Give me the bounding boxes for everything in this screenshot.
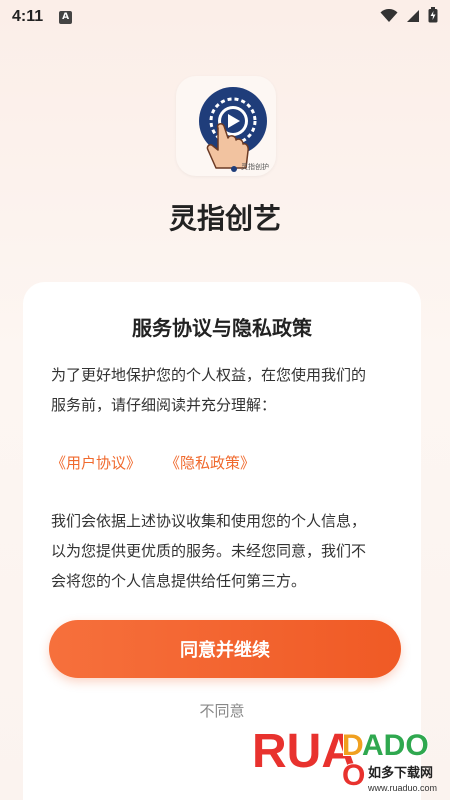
- app-name: 灵指创艺: [168, 202, 281, 235]
- body-line-3: 会将您的个人信息提供给任何第三方。: [51, 572, 307, 590]
- signal-icon: [406, 8, 420, 27]
- app-icon-caption: 灵指创护: [241, 163, 269, 171]
- dialog-body: 我们会依据上述协议收集和使用您的个人信息， 以为您提供更优质的服务。未经您同意，…: [51, 506, 396, 596]
- user-agreement-link[interactable]: 《用户协议》: [51, 452, 141, 473]
- svg-text:D: D: [342, 729, 364, 762]
- notification-a-icon: A: [59, 10, 73, 24]
- svg-text:RUA: RUA: [252, 725, 356, 778]
- watermark-logo: RUA D ADO O 如多下载网 www.ruaduo.com: [250, 715, 445, 797]
- agree-button[interactable]: 同意并继续: [49, 620, 401, 678]
- svg-text:www.ruaduo.com: www.ruaduo.com: [367, 783, 437, 793]
- battery-icon: [428, 7, 438, 27]
- wifi-icon: [380, 8, 398, 27]
- body-line-2: 以为您提供更优质的服务。未经您同意，我们不: [51, 542, 367, 560]
- privacy-policy-link[interactable]: 《隐私政策》: [165, 452, 255, 473]
- svg-text:ADO: ADO: [362, 729, 429, 762]
- status-bar: 4:11 A: [0, 0, 450, 34]
- dialog-title: 服务协议与隐私政策: [132, 316, 312, 340]
- app-icon: 灵指创护: [176, 76, 276, 176]
- policy-links: 《用户协议》 《隐私政策》: [51, 452, 255, 473]
- intro-line-2: 服务前，请仔细阅读并充分理解：: [51, 396, 277, 414]
- status-icons: [380, 7, 438, 27]
- status-time: 4:11: [12, 8, 44, 25]
- svg-text:O: O: [342, 759, 365, 792]
- intro-line-1: 为了更好地保护您的个人权益，在您使用我们的: [51, 366, 367, 384]
- svg-text:如多下载网: 如多下载网: [368, 765, 433, 781]
- dialog-intro: 为了更好地保护您的个人权益，在您使用我们的 服务前，请仔细阅读并充分理解：: [51, 360, 396, 420]
- body-line-1: 我们会依据上述协议收集和使用您的个人信息，: [51, 512, 367, 530]
